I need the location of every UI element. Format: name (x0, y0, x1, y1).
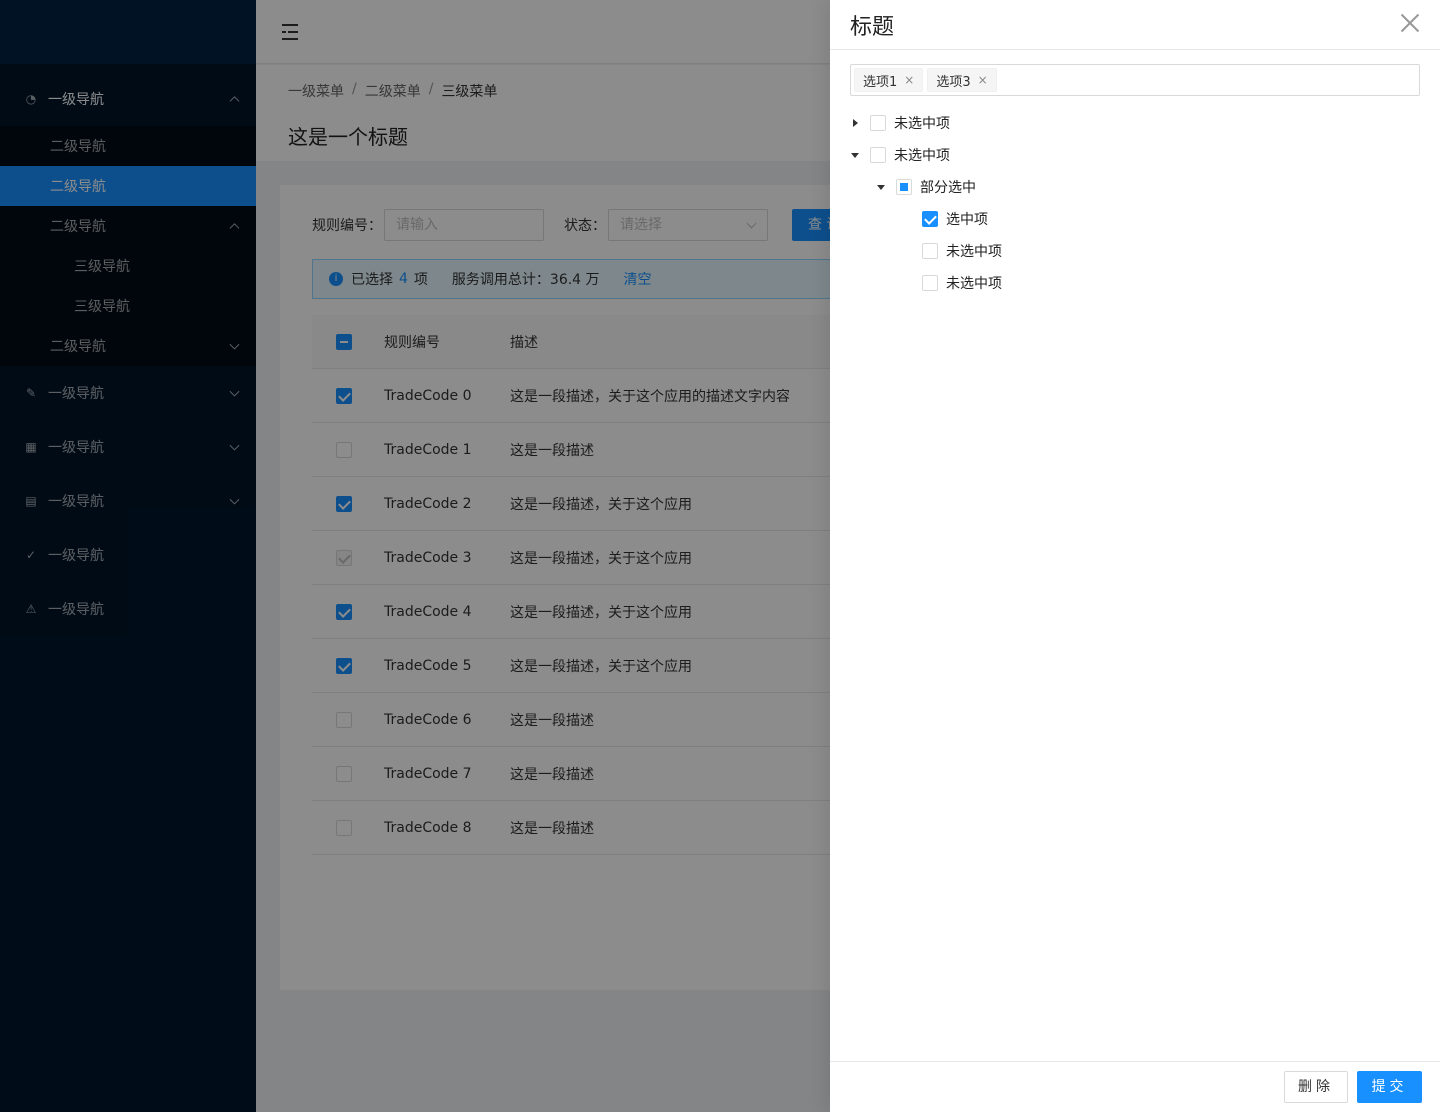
caret-down-icon[interactable] (850, 150, 860, 160)
tree: 未选中项 未选中项 部分选中 选中项 未选中项 未选中项 (830, 107, 1440, 299)
tree-node: 部分选中 (850, 171, 1440, 203)
close-icon[interactable] (1400, 12, 1420, 32)
selected-tag: 选项1 × (854, 68, 924, 92)
tree-node-label[interactable]: 未选中项 (894, 113, 950, 133)
tree-checkbox-checked[interactable] (922, 211, 938, 227)
tag-close-icon[interactable]: × (978, 73, 988, 87)
tree-checkbox[interactable] (922, 243, 938, 259)
tag-close-icon[interactable]: × (904, 73, 914, 87)
tree-checkbox[interactable] (922, 275, 938, 291)
tree-checkbox[interactable] (870, 115, 886, 131)
tree-node-label[interactable]: 未选中项 (946, 241, 1002, 261)
tree-node: 未选中项 (850, 235, 1440, 267)
submit-button[interactable]: 提交 (1357, 1071, 1422, 1103)
tag-label: 选项3 (936, 74, 971, 90)
tree-node: 未选中项 (850, 139, 1440, 171)
tree-select-input[interactable]: 选项1 × 选项3 × (850, 64, 1420, 96)
caret-right-icon[interactable] (850, 118, 860, 128)
tree-node: 未选中项 (850, 107, 1440, 139)
tag-label: 选项1 (863, 74, 898, 90)
tree-checkbox-partial[interactable] (896, 179, 912, 195)
tree-node-label[interactable]: 选中项 (946, 209, 988, 229)
drawer-header: 标题 (830, 0, 1440, 50)
tree-node-label[interactable]: 部分选中 (920, 177, 976, 197)
drawer-title: 标题 (850, 14, 895, 40)
drawer: 标题 选项1 × 选项3 × 未选中项 未选中项 部分选中 选中项 未选中项 未… (830, 0, 1440, 1112)
delete-button[interactable]: 删除 (1284, 1071, 1348, 1103)
tree-node-label[interactable]: 未选中项 (946, 273, 1002, 293)
tree-checkbox[interactable] (870, 147, 886, 163)
drawer-footer: 删除 提交 (830, 1061, 1440, 1112)
tree-node: 选中项 (850, 203, 1440, 235)
caret-down-icon[interactable] (876, 182, 886, 192)
selected-tag: 选项3 × (927, 68, 997, 92)
tree-node-label[interactable]: 未选中项 (894, 145, 950, 165)
tree-node: 未选中项 (850, 267, 1440, 299)
